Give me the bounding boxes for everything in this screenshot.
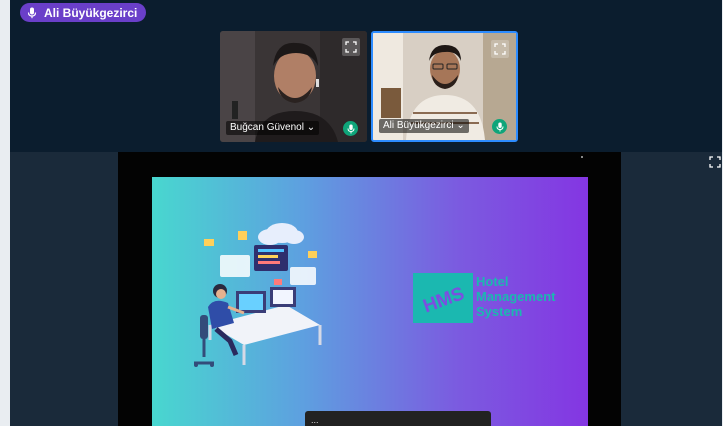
expand-icon[interactable]	[342, 38, 360, 56]
talking-indicator-label: Ali Büyükgezirci	[44, 5, 138, 20]
presentation-slide: HMS Hotel Management System	[152, 177, 588, 426]
talking-indicator[interactable]: Ali Büyükgezirci	[20, 3, 147, 22]
participant-name: Ali Büyükgezirci	[383, 120, 454, 131]
divider-dot	[581, 156, 583, 158]
chevron-down-icon: ⌄	[456, 120, 465, 131]
expand-icon[interactable]	[491, 40, 509, 58]
caption-text: ...	[311, 415, 319, 425]
chevron-down-icon: ⌄	[306, 122, 316, 133]
video-conference-app: Ali Büyükgezirci Buğcan Güvenol ⌄ Ali Bü…	[0, 0, 723, 426]
video-tile-bugcan[interactable]: Buğcan Güvenol ⌄	[220, 31, 367, 142]
slide-title-line: Management	[476, 289, 556, 304]
slide-title-line: System	[476, 304, 523, 319]
expand-icon[interactable]	[709, 156, 721, 168]
participant-name-tag[interactable]: Ali Büyükgezirci ⌄	[379, 119, 469, 133]
hms-logo: HMS	[413, 273, 473, 323]
window-edge-left	[0, 0, 10, 426]
slide-title: Hotel Management System	[476, 274, 555, 319]
presentation-area: HMS Hotel Management System	[10, 152, 722, 426]
caption-bar: ...	[305, 411, 491, 426]
microphone-icon	[343, 121, 358, 136]
microphone-icon	[492, 119, 507, 134]
participant-name-tag[interactable]: Buğcan Güvenol ⌄	[226, 121, 320, 135]
video-tile-ali[interactable]: Ali Büyükgezirci ⌄	[371, 31, 518, 142]
slide-title-line: Hotel	[476, 274, 509, 289]
developer-illustration	[194, 223, 322, 367]
participant-name: Buğcan Güvenol	[230, 122, 304, 133]
presentation-frame: HMS Hotel Management System	[118, 152, 621, 426]
microphone-icon	[26, 7, 38, 19]
